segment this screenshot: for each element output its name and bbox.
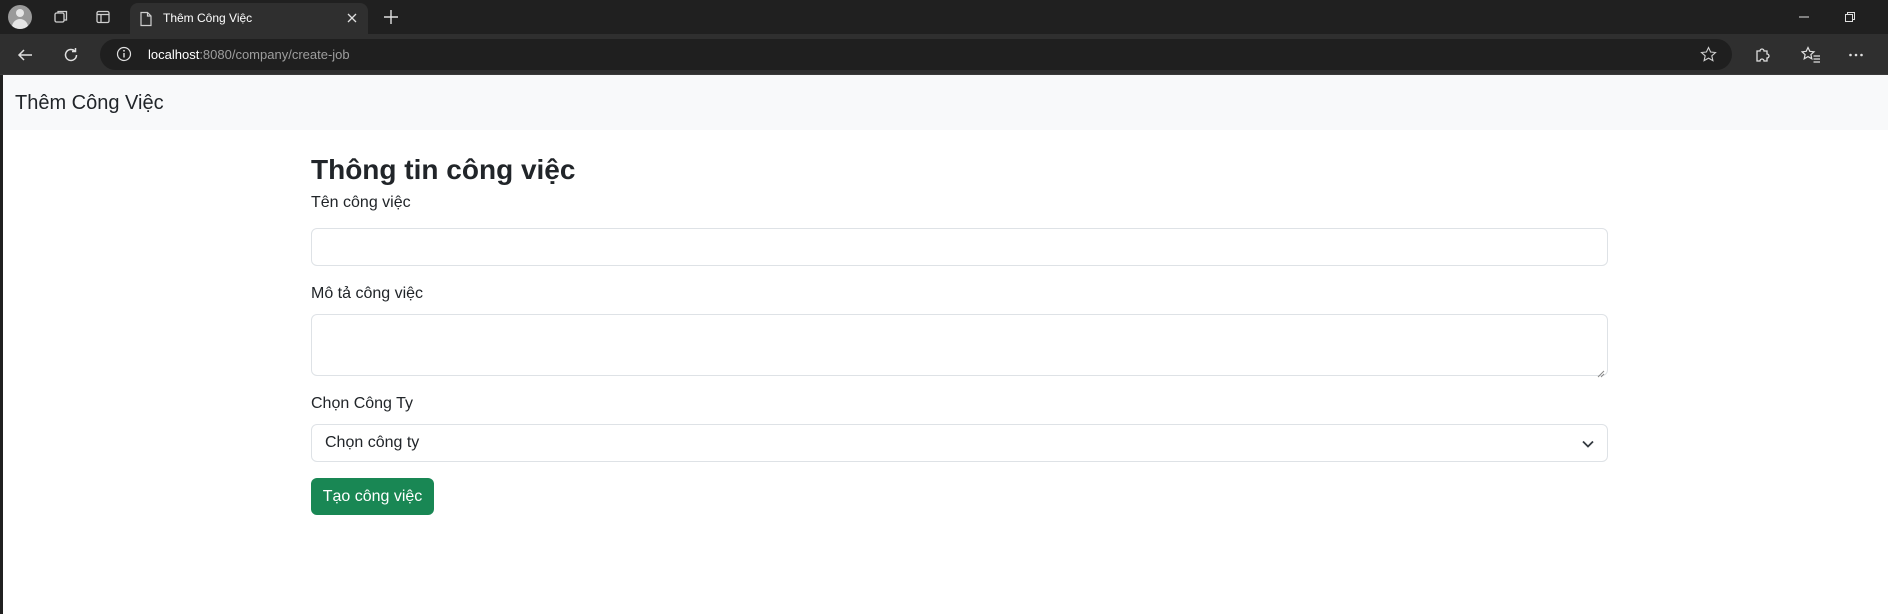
navbar: Thêm Công Việc — [3, 75, 1888, 130]
browser-tab-bar: Thêm Công Việc — [0, 0, 1888, 34]
favorites-icon[interactable] — [1800, 45, 1822, 65]
more-icon[interactable] — [1846, 45, 1866, 65]
back-icon[interactable] — [15, 45, 35, 65]
browser-toolbar: localhost:8080/company/create-job — [0, 34, 1888, 75]
navbar-brand[interactable]: Thêm Công Việc — [15, 92, 164, 115]
page-icon — [139, 11, 153, 32]
site-info-icon[interactable] — [116, 46, 132, 67]
minimize-icon[interactable] — [1796, 9, 1812, 25]
url-text[interactable]: localhost:8080/company/create-job — [148, 47, 350, 62]
url-path: :8080/company/create-job — [199, 47, 350, 62]
tab-actions-icon[interactable] — [94, 8, 112, 26]
profile-avatar-icon[interactable] — [8, 5, 32, 29]
chevron-down-icon — [1581, 437, 1595, 451]
close-icon[interactable] — [344, 10, 360, 26]
company-select[interactable]: Chọn công ty — [311, 424, 1608, 462]
job-description-textarea[interactable] — [311, 314, 1608, 378]
url-host: localhost — [148, 47, 200, 62]
page-title: Thông tin công việc — [311, 154, 576, 185]
refresh-icon[interactable] — [61, 45, 81, 65]
company-select-value: Chọn công ty — [325, 434, 420, 451]
address-bar[interactable]: localhost:8080/company/create-job — [100, 39, 1732, 70]
workspaces-icon[interactable] — [52, 8, 70, 26]
resize-grip-icon[interactable] — [1597, 365, 1605, 378]
browser-tab-active[interactable]: Thêm Công Việc — [130, 3, 368, 34]
job-name-input[interactable] — [311, 228, 1608, 266]
new-tab-icon[interactable] — [382, 8, 400, 26]
company-select-label: Chọn Công Ty — [311, 395, 413, 412]
favorite-star-icon[interactable] — [1700, 46, 1717, 68]
create-job-button[interactable]: Tạo công việc — [311, 478, 434, 515]
restore-icon[interactable] — [1842, 9, 1858, 25]
tab-title: Thêm Công Việc — [163, 11, 253, 25]
page-left-border — [0, 75, 3, 614]
job-description-label: Mô tả công việc — [311, 285, 424, 302]
job-name-label: Tên công việc — [311, 194, 411, 211]
extensions-icon[interactable] — [1752, 45, 1772, 65]
